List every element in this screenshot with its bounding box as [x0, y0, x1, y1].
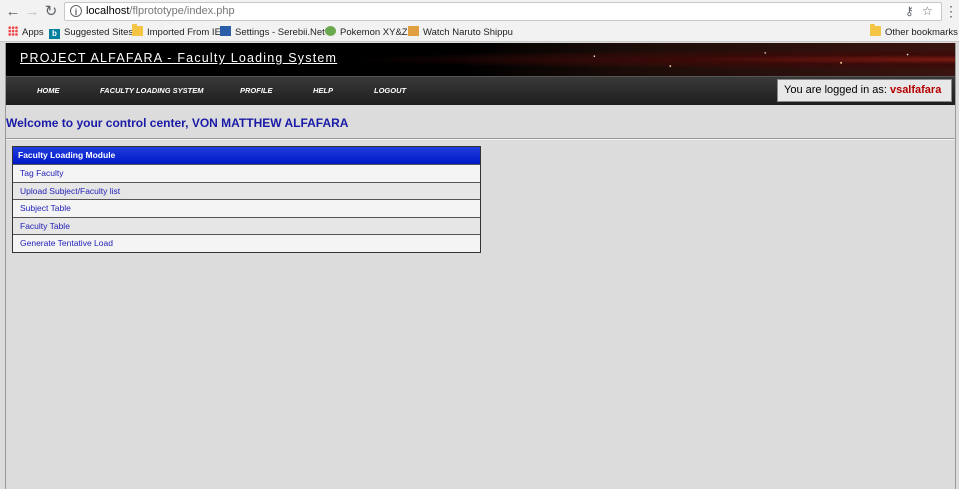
module-title: Faculty Loading Module: [13, 147, 480, 164]
apps-grid-icon: [8, 26, 18, 36]
bookmark-naruto[interactable]: Watch Naruto Shippu: [408, 26, 513, 40]
folder-icon: [132, 24, 143, 36]
login-prefix: You are logged in as:: [784, 84, 887, 96]
folder-icon: [870, 24, 881, 36]
module-link-upload-list[interactable]: Upload Subject/Faculty list: [13, 181, 480, 199]
nav-profile[interactable]: PROFILE: [240, 86, 273, 95]
module-link-generate-load[interactable]: Generate Tentative Load: [13, 234, 480, 252]
module-link-faculty-table[interactable]: Faculty Table: [13, 216, 480, 234]
url-text: localhost/flprototype/index.php: [86, 5, 235, 17]
back-arrow-icon[interactable]: ←: [4, 3, 22, 21]
bookmarks-bar: Apps b Suggested Sites Imported From IE S…: [0, 24, 959, 42]
browser-toolbar: ← → ↻ i localhost/flprototype/index.php …: [0, 0, 959, 24]
nav-help[interactable]: HELP: [313, 86, 333, 95]
reload-icon[interactable]: ↻: [42, 3, 60, 21]
bookmark-apps[interactable]: Apps: [8, 26, 44, 40]
key-icon[interactable]: ⚷: [905, 4, 914, 18]
bookmark-serebii[interactable]: Settings - Serebii.Net: [220, 26, 325, 40]
forward-arrow-icon[interactable]: →: [23, 3, 41, 21]
login-status: You are logged in as: vsalfafara: [777, 79, 952, 102]
bookmark-imported-from-ie[interactable]: Imported From IE: [132, 24, 221, 40]
login-username: vsalfafara: [889, 84, 942, 96]
browser-menu-icon[interactable]: ⋮: [944, 4, 958, 18]
site-header-banner: PROJECT ALFAFARA - Faculty Loading Syste…: [6, 43, 955, 76]
module-link-tag-faculty[interactable]: Tag Faculty: [13, 164, 480, 182]
bookmark-suggested-sites[interactable]: b Suggested Sites: [49, 26, 133, 40]
site-favicon-icon: [220, 26, 231, 36]
site-favicon-icon: [408, 26, 419, 36]
divider: [6, 138, 955, 140]
info-icon[interactable]: i: [70, 5, 82, 17]
bing-icon: b: [49, 29, 60, 39]
site-favicon-icon: [325, 26, 336, 36]
welcome-heading: Welcome to your control center, VON MATT…: [6, 116, 349, 130]
nav-faculty-loading-system[interactable]: FACULTY LOADING SYSTEM: [100, 86, 203, 95]
address-bar[interactable]: i localhost/flprototype/index.php ⚷ ☆: [64, 2, 942, 21]
nav-home[interactable]: HOME: [37, 86, 60, 95]
star-icon[interactable]: ☆: [922, 4, 933, 18]
faculty-loading-module: Faculty Loading Module Tag Faculty Uploa…: [12, 146, 481, 253]
page-border-left: [5, 43, 6, 489]
site-title: PROJECT ALFAFARA - Faculty Loading Syste…: [20, 51, 338, 65]
other-bookmarks[interactable]: Other bookmarks: [870, 24, 958, 40]
bookmark-pokemon[interactable]: Pokemon XY&Z: [325, 26, 408, 40]
module-link-subject-table[interactable]: Subject Table: [13, 199, 480, 217]
page-border-right: [955, 43, 956, 489]
nav-logout[interactable]: LOGOUT: [374, 86, 406, 95]
